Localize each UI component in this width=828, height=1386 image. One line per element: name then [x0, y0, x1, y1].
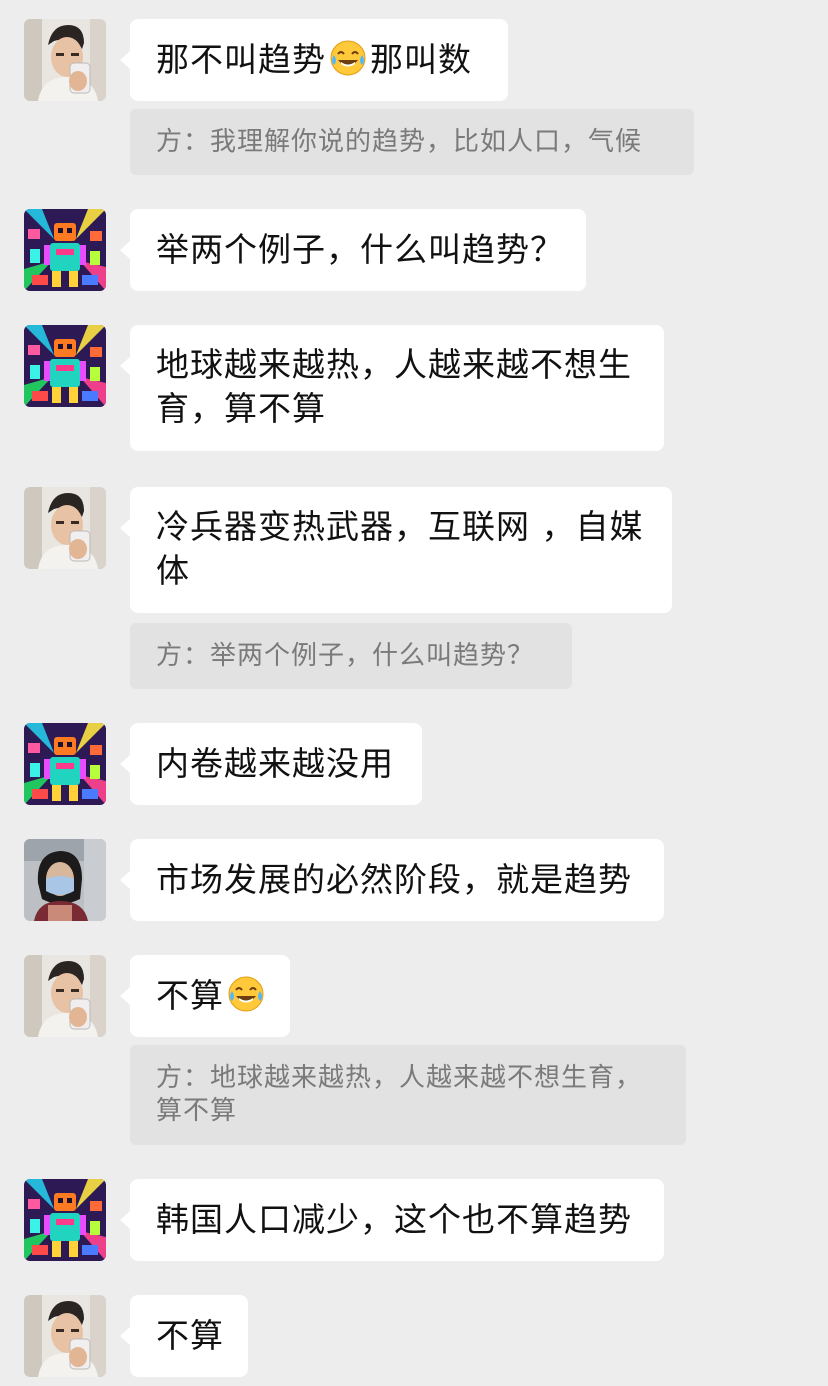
message-text: 韩国人口减少，这个也不算趋势 [156, 1200, 632, 1239]
man-avatar[interactable] [24, 487, 106, 569]
robot-avatar[interactable] [24, 325, 106, 407]
quoted-reply[interactable]: 方：举两个例子，什么叫趋势？ [130, 623, 572, 689]
robot-avatar[interactable] [24, 1179, 106, 1261]
chat-list: 那不叫趋势 那叫数 方：我理解你说的趋势，比如人口，气候 举两个例子，什么叫趋势… [0, 0, 828, 1386]
message-bubble[interactable]: 不算 [120, 1295, 248, 1377]
message-text: 那不叫趋势 [156, 40, 326, 79]
message-text: 不算 [156, 1316, 224, 1355]
message-text: 内卷越来越没用 [156, 744, 394, 783]
quote-text: 方：地球越来越热，人越来越不想生育，算不算 [156, 1063, 643, 1126]
quoted-reply[interactable]: 方：我理解你说的趋势，比如人口，气候 [130, 109, 694, 175]
message-text: 举两个例子，什么叫趋势？ [156, 230, 564, 269]
message-item: 韩国人口减少，这个也不算趋势 [0, 1179, 828, 1261]
robot-avatar[interactable] [24, 723, 106, 805]
message-bubble[interactable]: 举两个例子，什么叫趋势？ [120, 209, 586, 291]
message-text: 不算 [156, 976, 224, 1015]
message-item: 地球越来越热，人越来越不想生育，算不算 [0, 325, 828, 453]
message-item: 市场发展的必然阶段，就是趋势 [0, 839, 828, 921]
message-item: 内卷越来越没用 [0, 723, 828, 805]
quote-text: 方：举两个例子，什么叫趋势？ [156, 640, 535, 671]
message-bubble[interactable]: 冷兵器变热武器，互联网 ，自媒体 [120, 487, 672, 613]
man-avatar[interactable] [24, 955, 106, 1037]
man-avatar[interactable] [24, 1295, 106, 1377]
message-text: 市场发展的必然阶段，就是趋势 [156, 860, 632, 899]
message-bubble[interactable]: 内卷越来越没用 [120, 723, 422, 805]
message-item: 不算 方：地球越来越热，人越来越不想生育，算不算 [0, 955, 828, 1145]
message-item: 那不叫趋势 那叫数 方：我理解你说的趋势，比如人口，气候 [0, 19, 828, 179]
message-bubble[interactable]: 市场发展的必然阶段，就是趋势 [120, 839, 664, 921]
message-text: 冷兵器变热武器，互联网 ，自媒体 [156, 507, 644, 590]
message-bubble[interactable]: 那不叫趋势 那叫数 [120, 19, 508, 101]
laugh-cry-emoji-icon [227, 975, 265, 1013]
message-text: 那叫数 [370, 40, 472, 79]
message-text: 地球越来越热，人越来越不想生育，算不算 [156, 345, 632, 428]
quote-text: 方：我理解你说的趋势，比如人口，气候 [156, 126, 643, 157]
message-item: 冷兵器变热武器，互联网 ，自媒体 方：举两个例子，什么叫趋势？ [0, 487, 828, 689]
robot-avatar[interactable] [24, 209, 106, 291]
message-bubble[interactable]: 韩国人口减少，这个也不算趋势 [120, 1179, 664, 1261]
man-avatar[interactable] [24, 19, 106, 101]
woman-mask-avatar[interactable] [24, 839, 106, 921]
laugh-cry-emoji-icon [329, 39, 367, 77]
message-bubble[interactable]: 不算 [120, 955, 290, 1037]
message-item: 不算 [0, 1295, 828, 1377]
message-bubble[interactable]: 地球越来越热，人越来越不想生育，算不算 [120, 325, 664, 451]
message-item: 举两个例子，什么叫趋势？ [0, 209, 828, 291]
quoted-reply[interactable]: 方：地球越来越热，人越来越不想生育，算不算 [130, 1045, 686, 1145]
